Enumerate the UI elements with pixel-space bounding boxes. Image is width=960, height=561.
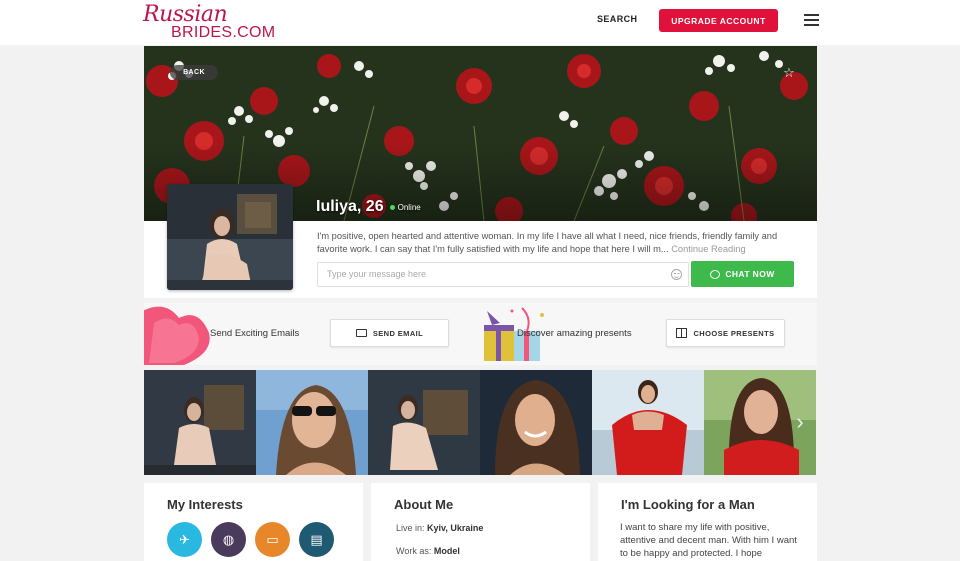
send-email-label: SEND EMAIL — [372, 328, 424, 338]
about-live-label: Live in: — [396, 523, 425, 533]
online-status-text: Online — [397, 202, 421, 212]
gift-icon — [676, 328, 688, 338]
tv-icon[interactable]: ▭ — [255, 522, 290, 557]
profile-name: Iuliya, 26 — [316, 198, 384, 215]
presents-text: Discover amazing presents — [517, 328, 632, 339]
action-row: Send Exciting Emails SEND EMAIL Discover… — [144, 303, 817, 365]
favorite-star-icon[interactable]: ☆ — [782, 66, 796, 80]
profile-card: BACK ☆ Iuliya, 26 Online I'm positive, o… — [144, 46, 817, 298]
interests-title: My Interests — [167, 497, 243, 512]
site-logo[interactable]: Russian BRIDES.COM — [143, 2, 276, 42]
looking-text: I want to share my life with positive, a… — [620, 522, 797, 559]
looking-card: I'm Looking for a Man I want to share my… — [598, 483, 817, 561]
interests-card: My Interests ✈ ◍ ▭ ▤ — [144, 483, 363, 561]
about-work-label: Work as: — [396, 546, 432, 556]
mail-icon — [355, 329, 367, 337]
about-work-row: Work as: Model — [396, 546, 460, 556]
chat-now-label: CHAT NOW — [725, 269, 775, 279]
gallery-photo[interactable] — [592, 370, 704, 475]
interests-icons: ✈ ◍ ▭ ▤ — [167, 522, 334, 557]
upgrade-account-button[interactable]: UPGRADE ACCOUNT — [659, 9, 778, 32]
chat-bubble-icon — [710, 269, 721, 279]
cinema-icon[interactable]: ▤ — [299, 522, 334, 557]
about-work-value: Model — [433, 546, 460, 556]
gallery-photo[interactable] — [144, 370, 256, 475]
globe-icon[interactable]: ◍ — [211, 522, 246, 557]
about-card: About Me Live in: Kyiv, Ukraine Work as:… — [371, 483, 590, 561]
send-emails-text: Send Exciting Emails — [210, 328, 300, 339]
message-input[interactable] — [327, 269, 657, 279]
search-link[interactable]: SEARCH — [597, 14, 637, 24]
hamburger-menu-icon[interactable] — [804, 14, 819, 26]
about-live-row: Live in: Kyiv, Ukraine — [396, 523, 483, 533]
photo-gallery — [144, 370, 817, 475]
choose-presents-button[interactable]: CHOOSE PRESENTS — [666, 319, 785, 347]
continue-reading-link[interactable]: Continue Reading — [671, 244, 745, 254]
looking-title: I'm Looking for a Man — [621, 497, 755, 512]
travel-icon[interactable]: ✈ — [167, 522, 202, 557]
send-email-button[interactable]: SEND EMAIL — [330, 319, 449, 347]
profile-name-row: Iuliya, 26 Online — [316, 198, 421, 216]
profile-bio: I'm positive, open hearted and attentive… — [317, 230, 795, 256]
back-button[interactable]: BACK — [170, 65, 218, 80]
top-header: Russian BRIDES.COM SEARCH UPGRADE ACCOUN… — [0, 0, 960, 45]
about-live-value: Kyiv, Ukraine — [427, 523, 484, 533]
chevron-right-icon[interactable]: › — [793, 410, 807, 434]
chat-now-button[interactable]: CHAT NOW — [691, 261, 794, 287]
online-status-dot — [389, 204, 395, 210]
gallery-photo[interactable] — [256, 370, 368, 475]
profile-avatar[interactable] — [167, 184, 293, 290]
gallery-photo[interactable] — [480, 370, 592, 475]
gallery-photo[interactable] — [368, 370, 480, 475]
emoji-icon[interactable] — [671, 269, 682, 280]
about-title: About Me — [394, 497, 454, 512]
logo-domain-text: BRIDES.COM — [171, 24, 276, 41]
choose-presents-label: CHOOSE PRESENTS — [693, 328, 775, 338]
message-input-wrapper — [317, 262, 689, 287]
